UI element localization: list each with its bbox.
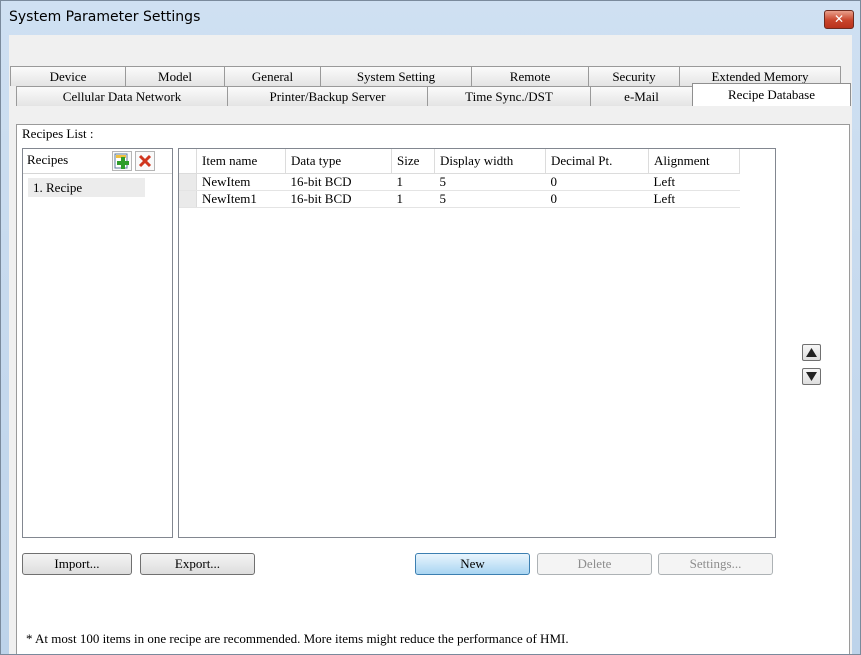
cell-size[interactable]: 1 [391, 173, 435, 191]
delete-recipe-button[interactable] [135, 151, 155, 171]
triangle-down-icon [806, 372, 817, 381]
dialog-client: Device Model General System Setting Remo… [9, 35, 852, 654]
row-selector[interactable] [179, 190, 197, 208]
col-item-name[interactable]: Item name [196, 149, 286, 174]
delete-recipe-icon [138, 154, 152, 168]
tab-e-mail[interactable]: e-Mail [590, 86, 693, 106]
recipe-items-grid[interactable]: Item name Data type Size Display width D… [178, 148, 776, 538]
col-display-width[interactable]: Display width [434, 149, 546, 174]
tab-cellular-data-network[interactable]: Cellular Data Network [16, 86, 228, 106]
title-bar[interactable]: System Parameter Settings ✕ [1, 1, 860, 35]
tab-recipe-database[interactable]: Recipe Database [692, 83, 851, 106]
cell-display-width[interactable]: 5 [434, 173, 546, 191]
col-decimal-pt[interactable]: Decimal Pt. [545, 149, 649, 174]
row-header-corner [179, 149, 197, 174]
tab-system-setting[interactable]: System Setting [320, 66, 472, 86]
delete-button[interactable]: Delete [537, 553, 652, 575]
recipe-items-table: Item name Data type Size Display width D… [179, 149, 740, 208]
tab-time-sync-dst[interactable]: Time Sync./DST [427, 86, 591, 106]
close-icon: ✕ [833, 12, 845, 26]
cell-decimal-pt[interactable]: 0 [545, 190, 649, 208]
move-up-button[interactable] [802, 344, 821, 361]
add-recipe-icon [114, 153, 129, 169]
col-data-type[interactable]: Data type [285, 149, 392, 174]
col-alignment[interactable]: Alignment [648, 149, 740, 174]
new-button[interactable]: New [415, 553, 530, 575]
table-row[interactable]: NewItem 16-bit BCD 1 5 0 Left [179, 173, 740, 191]
grid-header-row: Item name Data type Size Display width D… [179, 149, 740, 174]
cell-data-type[interactable]: 16-bit BCD [285, 173, 392, 191]
col-size[interactable]: Size [391, 149, 435, 174]
export-button[interactable]: Export... [140, 553, 255, 575]
recipes-header-label: Recipes [27, 152, 69, 167]
cell-alignment[interactable]: Left [648, 190, 740, 208]
cell-alignment[interactable]: Left [648, 173, 740, 191]
move-down-button[interactable] [802, 368, 821, 385]
table-row[interactable]: NewItem1 16-bit BCD 1 5 0 Left [179, 190, 740, 208]
cell-decimal-pt[interactable]: 0 [545, 173, 649, 191]
window-title: System Parameter Settings [9, 9, 201, 25]
add-recipe-button[interactable] [112, 151, 132, 171]
tab-printer-backup-server[interactable]: Printer/Backup Server [227, 86, 428, 106]
import-button[interactable]: Import... [22, 553, 132, 575]
cell-data-type[interactable]: 16-bit BCD [285, 190, 392, 208]
cell-item-name[interactable]: NewItem1 [196, 190, 286, 208]
triangle-up-icon [806, 348, 817, 357]
recipe-database-panel: Recipes List : Recipes 1. Recipe Item na… [16, 124, 850, 654]
footnote-text: * At most 100 items in one recipe are re… [26, 631, 569, 646]
recipes-list[interactable]: Recipes 1. Recipe [22, 148, 173, 538]
tab-remote[interactable]: Remote [471, 66, 589, 86]
recipe-item[interactable]: 1. Recipe [28, 178, 145, 197]
tab-device[interactable]: Device [10, 66, 126, 86]
tab-general[interactable]: General [224, 66, 321, 86]
tab-security[interactable]: Security [588, 66, 680, 86]
settings-button[interactable]: Settings... [658, 553, 773, 575]
recipes-header: Recipes [23, 149, 172, 174]
row-selector[interactable] [179, 173, 197, 191]
close-button[interactable]: ✕ [824, 10, 854, 29]
recipes-list-label: Recipes List : [22, 126, 94, 141]
settings-window: System Parameter Settings ✕ Device Model… [0, 0, 861, 655]
cell-size[interactable]: 1 [391, 190, 435, 208]
cell-display-width[interactable]: 5 [434, 190, 546, 208]
tab-model[interactable]: Model [125, 66, 225, 86]
cell-item-name[interactable]: NewItem [196, 173, 286, 191]
